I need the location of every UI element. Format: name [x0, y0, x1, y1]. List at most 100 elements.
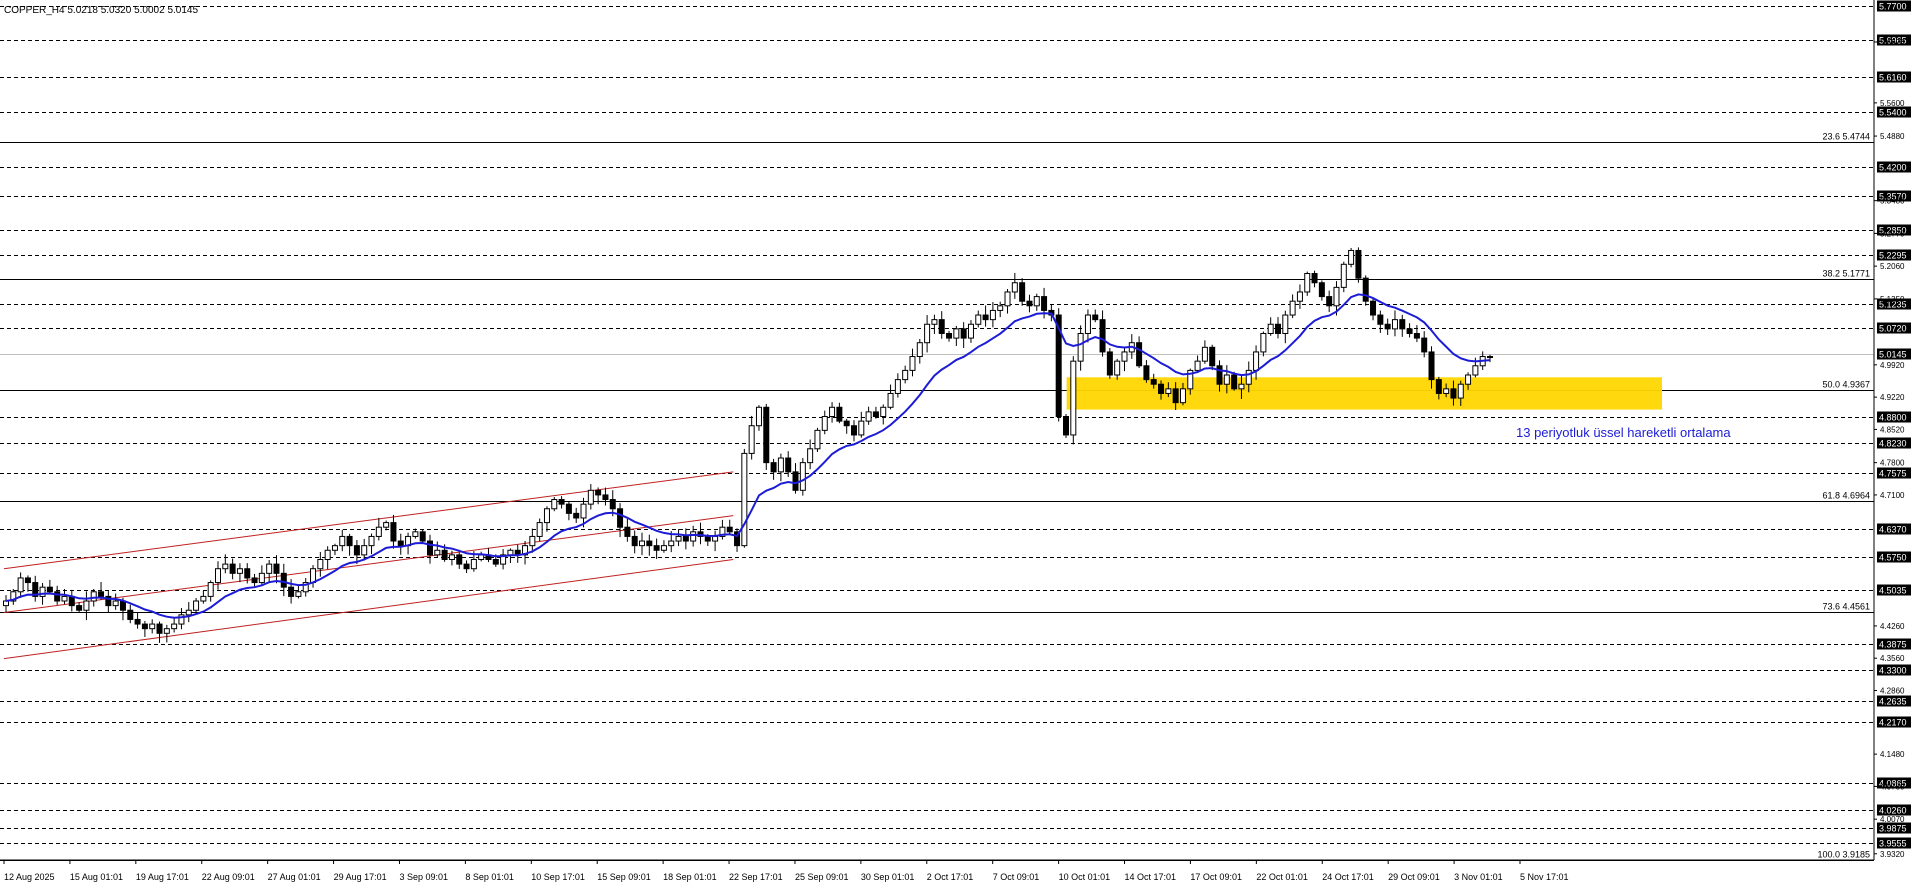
candle-body: [119, 600, 126, 611]
candle-body: [207, 582, 214, 597]
candle-body: [565, 503, 572, 514]
price-tick-label: 5.4880: [1880, 132, 1905, 141]
candle-body: [1260, 332, 1267, 353]
candle-body: [1457, 383, 1464, 399]
price-tick-label: 5.5600: [1880, 99, 1905, 108]
candle-body: [960, 328, 967, 339]
candle-body: [310, 568, 317, 584]
candle-body: [675, 535, 682, 542]
candle-body: [836, 406, 843, 422]
price-level-value: 4.8230: [1879, 439, 1907, 449]
candle-body: [112, 600, 119, 607]
time-tick-label: 22 Sep 17:01: [729, 872, 783, 882]
candle-body: [829, 406, 836, 418]
price-level-value: 3.9555: [1879, 839, 1907, 849]
candle-body: [1311, 273, 1318, 284]
candle-body: [924, 323, 931, 344]
fib-level-label: 61.8 4.6964: [1822, 491, 1870, 501]
candle-body: [1150, 379, 1157, 385]
candle-body: [543, 508, 550, 524]
time-tick-label: 22 Oct 01:01: [1256, 872, 1308, 882]
candle-body: [1399, 319, 1406, 330]
candle-body: [602, 494, 609, 501]
time-tick-label: 10 Sep 17:01: [531, 872, 585, 882]
price-tick-label: 5.2770: [1880, 229, 1905, 238]
price-tick-label: 4.7100: [1880, 491, 1905, 500]
candle-body: [1194, 360, 1201, 371]
candle-body: [1114, 360, 1121, 376]
candle-body: [902, 369, 909, 381]
chart-container[interactable]: 23.6 5.4744 38.2 5.1771 50.0 4.9367 61.8 4.…: [0, 0, 1916, 888]
candle-body: [441, 549, 448, 560]
candle-body: [1201, 346, 1208, 362]
candle-body: [185, 609, 192, 616]
candle-body: [1216, 365, 1223, 385]
candle-body: [660, 545, 667, 551]
candle-body: [770, 462, 777, 473]
candle-body: [61, 595, 68, 602]
candle-body: [609, 499, 616, 510]
time-tick-label: 19 Aug 17:01: [136, 872, 189, 882]
candle-body: [617, 508, 624, 528]
candle-body: [580, 503, 587, 519]
candle-body: [361, 545, 368, 556]
candle-body: [353, 545, 360, 556]
candle-body: [1435, 379, 1442, 394]
candle-body: [1296, 291, 1303, 302]
candle-body: [317, 558, 324, 570]
time-tick-label: 15 Aug 01:01: [70, 872, 123, 882]
candle-body: [141, 623, 148, 630]
candle-body: [258, 572, 265, 584]
candle-body: [785, 457, 792, 473]
fib-level-label: 38.2 5.1771: [1822, 269, 1870, 279]
candle-body: [1223, 374, 1230, 385]
candle-body: [894, 379, 901, 394]
candle-body: [748, 425, 755, 454]
price-tick-label: 5.1350: [1880, 295, 1905, 304]
candle-body: [624, 526, 631, 537]
price-tick-label: 4.8520: [1880, 425, 1905, 434]
candle-body: [134, 618, 141, 625]
candle-body: [236, 568, 243, 574]
candle-body: [631, 535, 638, 547]
candle-body: [1158, 383, 1165, 394]
candle-body: [1362, 277, 1369, 302]
candle-body: [1355, 249, 1362, 279]
candle-body: [1377, 314, 1384, 325]
candle-body: [587, 489, 594, 505]
candle-body: [1084, 314, 1091, 334]
candle-body: [1077, 332, 1084, 362]
price-level-value: 4.2635: [1879, 697, 1907, 707]
candle-body: [368, 535, 375, 547]
candle-body: [1413, 332, 1420, 339]
candle-body: [375, 526, 382, 537]
candle-body: [456, 554, 463, 565]
candle-body: [215, 568, 221, 584]
candle-body: [324, 549, 331, 560]
time-tick-label: 10 Oct 01:01: [1059, 872, 1111, 882]
time-tick-label: 8 Sep 01:01: [465, 872, 514, 882]
candle-body: [1348, 249, 1355, 265]
candle-body: [690, 531, 697, 542]
candle-body: [83, 600, 90, 611]
candle-body: [843, 420, 850, 427]
price-level-value: 4.8800: [1879, 413, 1907, 423]
candle-body: [821, 416, 828, 431]
price-tick-label: 5.2060: [1880, 262, 1905, 271]
candle-body: [76, 605, 83, 611]
candle-body: [1282, 314, 1289, 334]
candle-body: [200, 595, 207, 602]
price-level-value: 4.5035: [1879, 586, 1907, 596]
price-level-value: 3.9875: [1879, 824, 1907, 834]
candle-body: [1019, 282, 1026, 302]
fib-level-label: 100.0 3.9185: [1817, 850, 1870, 860]
candle-body: [1391, 319, 1398, 330]
candle-body: [880, 406, 887, 418]
candle-body: [193, 600, 200, 611]
candle-body: [54, 591, 61, 602]
fib-level-label: 50.0 4.9367: [1822, 380, 1870, 390]
candle-body: [982, 314, 989, 321]
fib-level-label: 73.6 4.4561: [1822, 602, 1870, 612]
price-chart[interactable]: 23.6 5.4744 38.2 5.1771 50.0 4.9367 61.8 4.…: [0, 0, 1916, 888]
candle-body: [551, 499, 558, 510]
